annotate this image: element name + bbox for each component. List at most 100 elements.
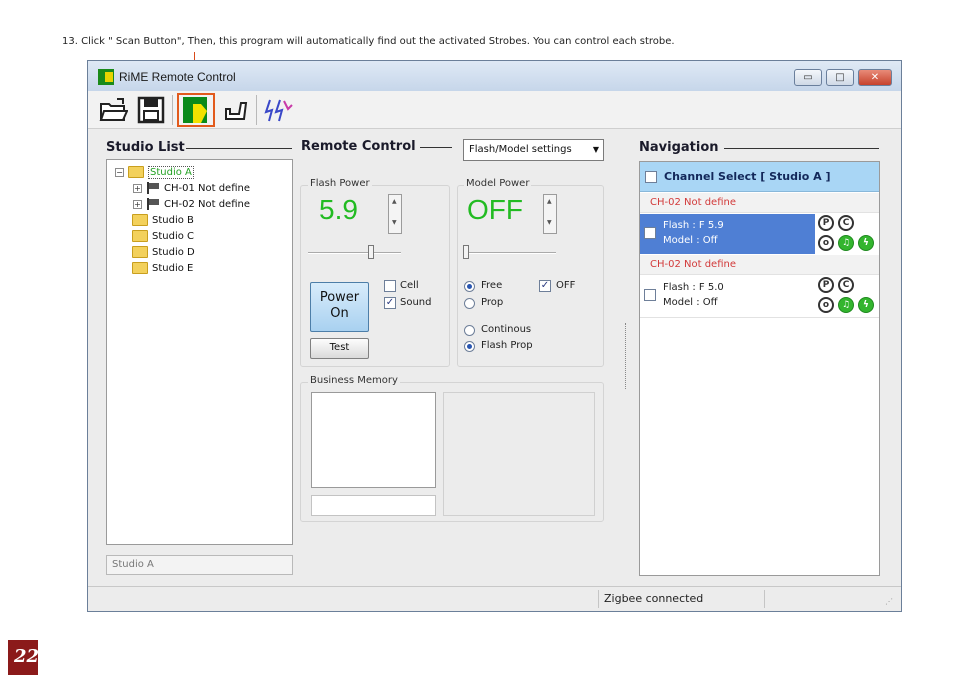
power-icon[interactable]: P <box>818 215 834 231</box>
channel-model-value: Model : Off <box>663 297 718 308</box>
tree-item-studio-b[interactable]: Studio B <box>132 212 194 228</box>
channel-select-checkbox[interactable] <box>645 171 657 183</box>
mode-select-value: Flash/Model settings <box>469 144 572 155</box>
continous-radio[interactable] <box>464 325 475 336</box>
tree-item-studio-e[interactable]: Studio E <box>132 260 193 276</box>
flash-prop-radio[interactable] <box>464 341 475 352</box>
connection-status: Zigbee connected <box>604 592 704 605</box>
collapse-icon[interactable]: − <box>115 167 124 177</box>
folder-icon <box>132 246 148 258</box>
power-button-line2: On <box>330 306 349 321</box>
studio-name-field[interactable]: Studio A <box>106 555 293 575</box>
toolbar <box>88 91 901 129</box>
tree-item-label: Studio E <box>152 262 194 274</box>
panel-splitter[interactable] <box>625 323 629 389</box>
close-button[interactable]: ✕ <box>858 69 892 86</box>
studio-tree[interactable]: − Studio A + CH-01 Not define + CH-02 No… <box>106 159 293 545</box>
model-power-slider[interactable] <box>463 252 556 254</box>
channel-flash-value: Flash : F 5.0 <box>663 282 724 293</box>
channel-name: CH-02 Not define <box>640 255 879 275</box>
section-rule <box>186 148 292 149</box>
mode-select[interactable]: Flash/Model settings ▼ <box>463 139 604 161</box>
sound-icon[interactable]: ♫ <box>838 297 854 313</box>
model-power-label: Model Power <box>464 178 532 189</box>
maximize-button[interactable]: □ <box>826 69 854 86</box>
sound-icon[interactable]: ♫ <box>838 235 854 251</box>
scan-button[interactable] <box>177 93 215 127</box>
model-power-value: OFF <box>467 194 523 225</box>
save-icon[interactable] <box>136 95 166 125</box>
section-rule <box>724 148 879 149</box>
prop-label: Prop <box>481 297 504 308</box>
model-power-slider-thumb[interactable] <box>463 245 469 259</box>
channel-select-header[interactable]: Channel Select [ Studio A ] <box>640 162 879 192</box>
tree-item-label: Studio A <box>148 165 194 179</box>
window-title: RiME Remote Control <box>119 70 236 84</box>
expand-icon[interactable]: + <box>133 199 142 209</box>
channel-flash-value: Flash : F 5.9 <box>663 220 724 231</box>
free-label: Free <box>481 280 503 291</box>
tree-item-ch01[interactable]: + CH-01 Not define <box>133 180 250 196</box>
test-button[interactable]: Test <box>310 338 369 359</box>
toolbar-separator <box>172 95 173 125</box>
strobe-flag-icon <box>147 182 159 194</box>
flash-power-label: Flash Power <box>308 178 372 189</box>
lamp-icon[interactable]: o <box>818 297 834 313</box>
cycle-icon[interactable]: C <box>838 215 854 231</box>
resize-grip-icon[interactable]: ⋰ <box>885 597 893 606</box>
tree-item-ch02[interactable]: + CH-02 Not define <box>133 196 250 212</box>
navigation-title: Navigation <box>639 140 719 155</box>
section-rule <box>420 147 452 148</box>
tree-item-label: Studio D <box>152 246 195 258</box>
continous-label: Continous <box>481 324 532 335</box>
folder-icon <box>128 166 144 178</box>
tree-item-label: CH-01 Not define <box>164 182 251 194</box>
tree-item-studio-a[interactable]: − Studio A <box>115 164 194 180</box>
off-checkbox[interactable]: ✓ <box>539 280 551 292</box>
channel-checkbox[interactable] <box>644 289 656 301</box>
flash-mode-icon[interactable]: ϟ <box>858 235 874 251</box>
minimize-button[interactable]: ▭ <box>794 69 822 86</box>
business-memory-list[interactable] <box>311 392 436 488</box>
flash-power-slider[interactable] <box>308 252 401 254</box>
chevron-down-icon: ▼ <box>592 145 599 154</box>
business-memory-input[interactable] <box>311 495 436 516</box>
row-divider <box>640 317 879 318</box>
tree-item-studio-c[interactable]: Studio C <box>132 228 194 244</box>
power-icon[interactable]: P <box>818 277 834 293</box>
studio-list-title: Studio List <box>106 140 185 155</box>
sound-label: Sound <box>400 297 432 308</box>
sound-checkbox[interactable]: ✓ <box>384 297 396 309</box>
tool-icon[interactable] <box>222 95 252 125</box>
channel-checkbox[interactable] <box>644 227 656 239</box>
off-label: OFF <box>556 280 576 291</box>
channel-row-selected[interactable]: Flash : F 5.9 Model : Off <box>640 214 815 254</box>
flash-power-slider-thumb[interactable] <box>368 245 374 259</box>
cycle-icon[interactable]: C <box>838 277 854 293</box>
flash-mode-icon[interactable]: ϟ <box>858 297 874 313</box>
free-radio[interactable] <box>464 281 475 292</box>
channel-row[interactable]: Flash : F 5.0 Model : Off <box>640 276 815 316</box>
scan-icon <box>183 97 207 123</box>
power-on-button[interactable]: Power On <box>310 282 369 332</box>
flash-prop-label: Flash Prop <box>481 340 533 351</box>
cell-label: Cell <box>400 280 419 291</box>
open-folder-icon[interactable] <box>98 95 129 125</box>
model-power-spinner[interactable] <box>543 194 557 234</box>
navigation-panel: Channel Select [ Studio A ] CH-02 Not de… <box>639 161 880 576</box>
remote-control-title: Remote Control <box>301 139 416 154</box>
expand-icon[interactable]: + <box>133 183 142 193</box>
tree-item-studio-d[interactable]: Studio D <box>132 244 195 260</box>
status-divider <box>598 590 599 608</box>
folder-icon <box>132 262 148 274</box>
business-memory-preview <box>443 392 595 516</box>
flash-power-spinner[interactable] <box>388 194 402 234</box>
title-bar: RiME Remote Control ▭ □ ✕ <box>88 61 901 91</box>
lamp-icon[interactable]: o <box>818 235 834 251</box>
power-button-line1: Power <box>319 290 360 305</box>
prop-radio[interactable] <box>464 298 475 309</box>
flash-icon[interactable] <box>262 95 293 125</box>
channel-select-label: Channel Select [ Studio A ] <box>664 170 831 183</box>
cell-checkbox[interactable] <box>384 280 396 292</box>
app-logo-icon <box>98 69 114 85</box>
